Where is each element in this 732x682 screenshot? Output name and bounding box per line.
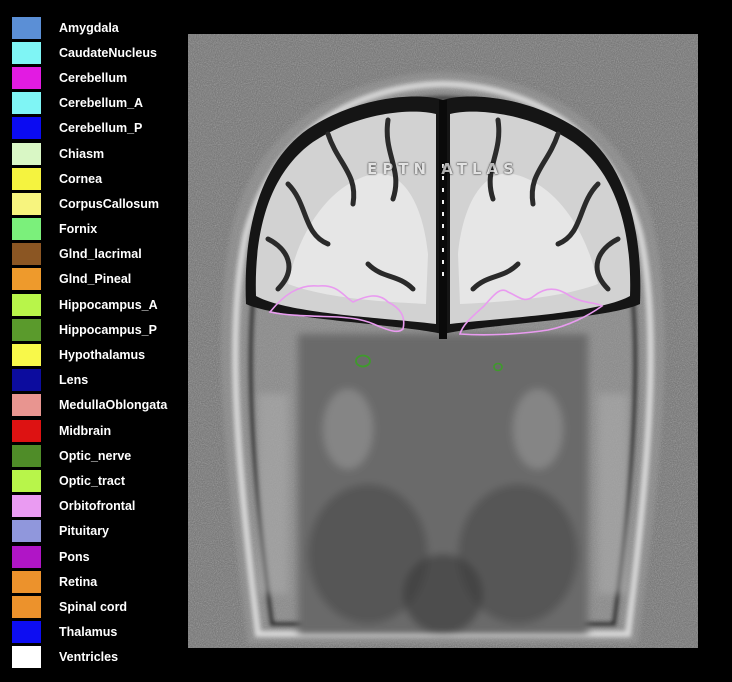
legend-item: Ventricles bbox=[12, 645, 182, 670]
legend-swatch bbox=[12, 570, 41, 593]
legend-swatch bbox=[12, 243, 41, 266]
legend-swatch bbox=[12, 646, 41, 669]
legend-label: Hippocampus_A bbox=[59, 297, 158, 312]
legend-swatch bbox=[12, 92, 41, 115]
legend-swatch bbox=[12, 495, 41, 518]
legend-label: Spinal cord bbox=[59, 599, 128, 614]
legend-swatch bbox=[12, 419, 41, 442]
legend-item: Midbrain bbox=[12, 418, 182, 443]
legend-label: MedullaOblongata bbox=[59, 398, 168, 413]
legend-label: Cornea bbox=[59, 171, 103, 186]
legend-label: Retina bbox=[59, 574, 98, 589]
legend-label: Cerebellum_A bbox=[59, 96, 144, 111]
legend-item: Chiasm bbox=[12, 141, 182, 166]
legend-item: Optic_nerve bbox=[12, 443, 182, 468]
legend-label: Glnd_lacrimal bbox=[59, 247, 142, 262]
legend-swatch bbox=[12, 369, 41, 392]
legend-swatch bbox=[12, 344, 41, 367]
legend-label: Cerebellum bbox=[59, 70, 128, 85]
legend-swatch bbox=[12, 545, 41, 568]
legend-item: Glnd_Pineal bbox=[12, 267, 182, 292]
legend-swatch bbox=[12, 621, 41, 644]
legend-swatch bbox=[12, 66, 41, 89]
mri-coronal-slice bbox=[188, 34, 698, 648]
legend-label: Hypothalamus bbox=[59, 348, 146, 363]
legend-item: Retina bbox=[12, 569, 182, 594]
legend-swatch bbox=[12, 318, 41, 341]
legend-item: Cerebellum bbox=[12, 65, 182, 90]
legend-item: Amygdala bbox=[12, 15, 182, 40]
legend-item: Hippocampus_P bbox=[12, 317, 182, 342]
legend-item: Glnd_lacrimal bbox=[12, 242, 182, 267]
legend-swatch bbox=[12, 293, 41, 316]
legend-label: CaudateNucleus bbox=[59, 45, 157, 60]
legend-swatch bbox=[12, 167, 41, 190]
legend-label: Amygdala bbox=[59, 20, 119, 35]
legend-item: Cerebellum_A bbox=[12, 91, 182, 116]
legend-item: Orbitofrontal bbox=[12, 494, 182, 519]
legend-label: Optic_nerve bbox=[59, 448, 132, 463]
legend-label: Ventricles bbox=[59, 650, 119, 665]
legend-label: Glnd_Pineal bbox=[59, 272, 132, 287]
legend-item: Hypothalamus bbox=[12, 342, 182, 367]
legend-label: Chiasm bbox=[59, 146, 105, 161]
legend-swatch bbox=[12, 142, 41, 165]
legend-label: Hippocampus_P bbox=[59, 322, 157, 337]
legend-swatch bbox=[12, 41, 41, 64]
legend-label: Optic_tract bbox=[59, 473, 125, 488]
legend-item: Cornea bbox=[12, 166, 182, 191]
legend-item: Pons bbox=[12, 544, 182, 569]
legend-item: Thalamus bbox=[12, 620, 182, 645]
legend-item: CaudateNucleus bbox=[12, 40, 182, 65]
legend-label: Orbitofrontal bbox=[59, 499, 136, 514]
legend-item: Optic_tract bbox=[12, 468, 182, 493]
legend-swatch bbox=[12, 469, 41, 492]
legend-label: Lens bbox=[59, 373, 89, 388]
legend-swatch bbox=[12, 394, 41, 417]
legend-item: Hippocampus_A bbox=[12, 292, 182, 317]
legend-item: MedullaOblongata bbox=[12, 393, 182, 418]
legend-swatch bbox=[12, 444, 41, 467]
legend-label: Midbrain bbox=[59, 423, 112, 438]
legend-swatch bbox=[12, 117, 41, 140]
legend-item: Cerebellum_P bbox=[12, 116, 182, 141]
legend-label: Thalamus bbox=[59, 625, 118, 640]
legend-item: Spinal cord bbox=[12, 594, 182, 619]
legend-label: Cerebellum_P bbox=[59, 121, 143, 136]
legend-swatch bbox=[12, 16, 41, 39]
legend-swatch bbox=[12, 268, 41, 291]
legend-label: Fornix bbox=[59, 222, 98, 237]
legend-swatch bbox=[12, 520, 41, 543]
atlas-watermark: EPTN ATLAS bbox=[367, 160, 519, 178]
legend-swatch bbox=[12, 595, 41, 618]
legend-item: Pituitary bbox=[12, 519, 182, 544]
legend-item: CorpusCallosum bbox=[12, 191, 182, 216]
legend-swatch bbox=[12, 218, 41, 241]
structure-legend: Amygdala CaudateNucleus Cerebellum Cerebell… bbox=[12, 15, 182, 670]
legend-swatch bbox=[12, 192, 41, 215]
legend-item: Lens bbox=[12, 368, 182, 393]
legend-label: Pituitary bbox=[59, 524, 110, 539]
legend-label: CorpusCallosum bbox=[59, 196, 160, 211]
legend-label: Pons bbox=[59, 549, 90, 564]
legend-item: Fornix bbox=[12, 217, 182, 242]
